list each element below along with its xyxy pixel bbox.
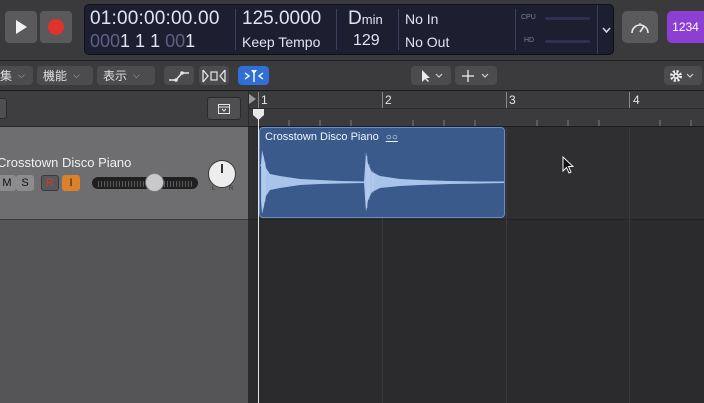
tracks-toolbar: 集 ⌵ 機能 ⌵ 表示 ⌵ xyxy=(0,61,704,91)
record-enable-button[interactable]: R xyxy=(41,175,59,191)
solo-button[interactable]: S xyxy=(16,175,34,191)
chevron-down-icon xyxy=(601,26,611,33)
collapse-icon xyxy=(218,103,230,114)
region-waveform xyxy=(260,150,504,214)
command-click-tool-menu[interactable] xyxy=(455,66,497,85)
control-bar: 01:00:00:00.00 0001 1 1 001 125.0000 Kee… xyxy=(0,0,704,61)
play-button[interactable] xyxy=(5,11,37,43)
lcd-menu-button[interactable] xyxy=(597,5,613,54)
input-monitor-button[interactable]: I xyxy=(62,175,80,191)
functions-menu[interactable]: 機能 ⌵ xyxy=(37,66,93,85)
pan-left-label: L xyxy=(212,186,216,192)
position-bars: 0001 1 1 001 xyxy=(90,31,196,51)
pan-indicator xyxy=(221,164,223,173)
arrange-left-arrow-icon xyxy=(249,94,256,104)
count-in-button[interactable]: 1234 xyxy=(667,11,704,43)
ruler-tick xyxy=(506,92,507,108)
track-global-row xyxy=(0,91,248,127)
ruler-tick xyxy=(258,92,259,108)
automation-icon xyxy=(169,70,189,82)
hd-meter xyxy=(545,40,590,43)
flex-icon xyxy=(202,69,226,82)
grid-line-bar-4 xyxy=(629,127,630,403)
ruler-bar-4: 4 xyxy=(633,93,640,107)
ruler-bar-1: 1 xyxy=(261,93,268,107)
midi-out: No Out xyxy=(405,34,450,50)
add-track-button[interactable] xyxy=(0,98,7,119)
playhead-handle-icon[interactable] xyxy=(252,108,265,121)
left-click-tool-menu[interactable] xyxy=(411,66,451,85)
gear-icon xyxy=(670,69,694,82)
audio-region[interactable]: Crosstown Disco Piano ○○ xyxy=(259,127,505,218)
midi-in: No In xyxy=(405,11,439,27)
ruler-bar-2: 2 xyxy=(385,93,392,107)
edit-menu[interactable]: 集 ⌵ xyxy=(0,66,33,85)
time-signature: 129 xyxy=(353,32,380,49)
lcd-display[interactable]: 01:00:00:00.00 0001 1 1 001 125.0000 Kee… xyxy=(84,4,614,55)
playhead[interactable] xyxy=(258,109,259,403)
play-icon xyxy=(16,20,27,34)
automation-button[interactable] xyxy=(164,66,194,85)
chevron-down-icon: ⌵ xyxy=(73,70,80,80)
performance-meter-button[interactable] xyxy=(622,11,658,43)
pan-right-label: R xyxy=(229,186,234,192)
ruler-tick xyxy=(629,92,630,108)
tempo-value: 125.0000 xyxy=(242,8,322,29)
region-name: Crosstown Disco Piano ○○ xyxy=(265,131,398,143)
record-button[interactable] xyxy=(40,11,72,43)
loop-icon: ○○ xyxy=(385,132,398,143)
ruler-bar-3: 3 xyxy=(509,93,516,107)
volume-slider-knob[interactable] xyxy=(145,173,164,192)
track-header-menu-button[interactable] xyxy=(207,97,241,120)
mouse-pointer-icon xyxy=(562,156,575,174)
track-name[interactable]: Crosstown Disco Piano xyxy=(0,155,131,170)
chevron-down-icon: ⌵ xyxy=(18,70,25,80)
settings-menu-button[interactable] xyxy=(664,66,702,85)
hd-label: HD xyxy=(524,37,535,44)
catch-icon xyxy=(244,69,263,82)
gauge-icon xyxy=(631,23,649,34)
record-icon xyxy=(48,19,64,35)
cpu-label: CPU xyxy=(521,14,536,21)
flex-button[interactable] xyxy=(199,66,229,85)
grid-line-bar-3 xyxy=(506,127,507,403)
catch-playhead-button[interactable] xyxy=(238,66,269,85)
position-time: 01:00:00:00.00 xyxy=(90,8,220,29)
pointer-tool-icon xyxy=(422,69,443,82)
chevron-down-icon: ⌵ xyxy=(133,70,140,80)
ruler-tick xyxy=(382,92,383,108)
mute-button[interactable]: M xyxy=(0,175,16,191)
key-signature: Dmin xyxy=(348,8,383,29)
crosshair-tool-icon xyxy=(462,69,489,82)
cpu-meter xyxy=(545,17,590,20)
tempo-mode: Keep Tempo xyxy=(242,34,321,50)
pan-knob[interactable] xyxy=(208,160,236,188)
view-menu[interactable]: 表示 ⌵ xyxy=(97,66,155,85)
ruler-beat-ticks xyxy=(288,120,692,126)
